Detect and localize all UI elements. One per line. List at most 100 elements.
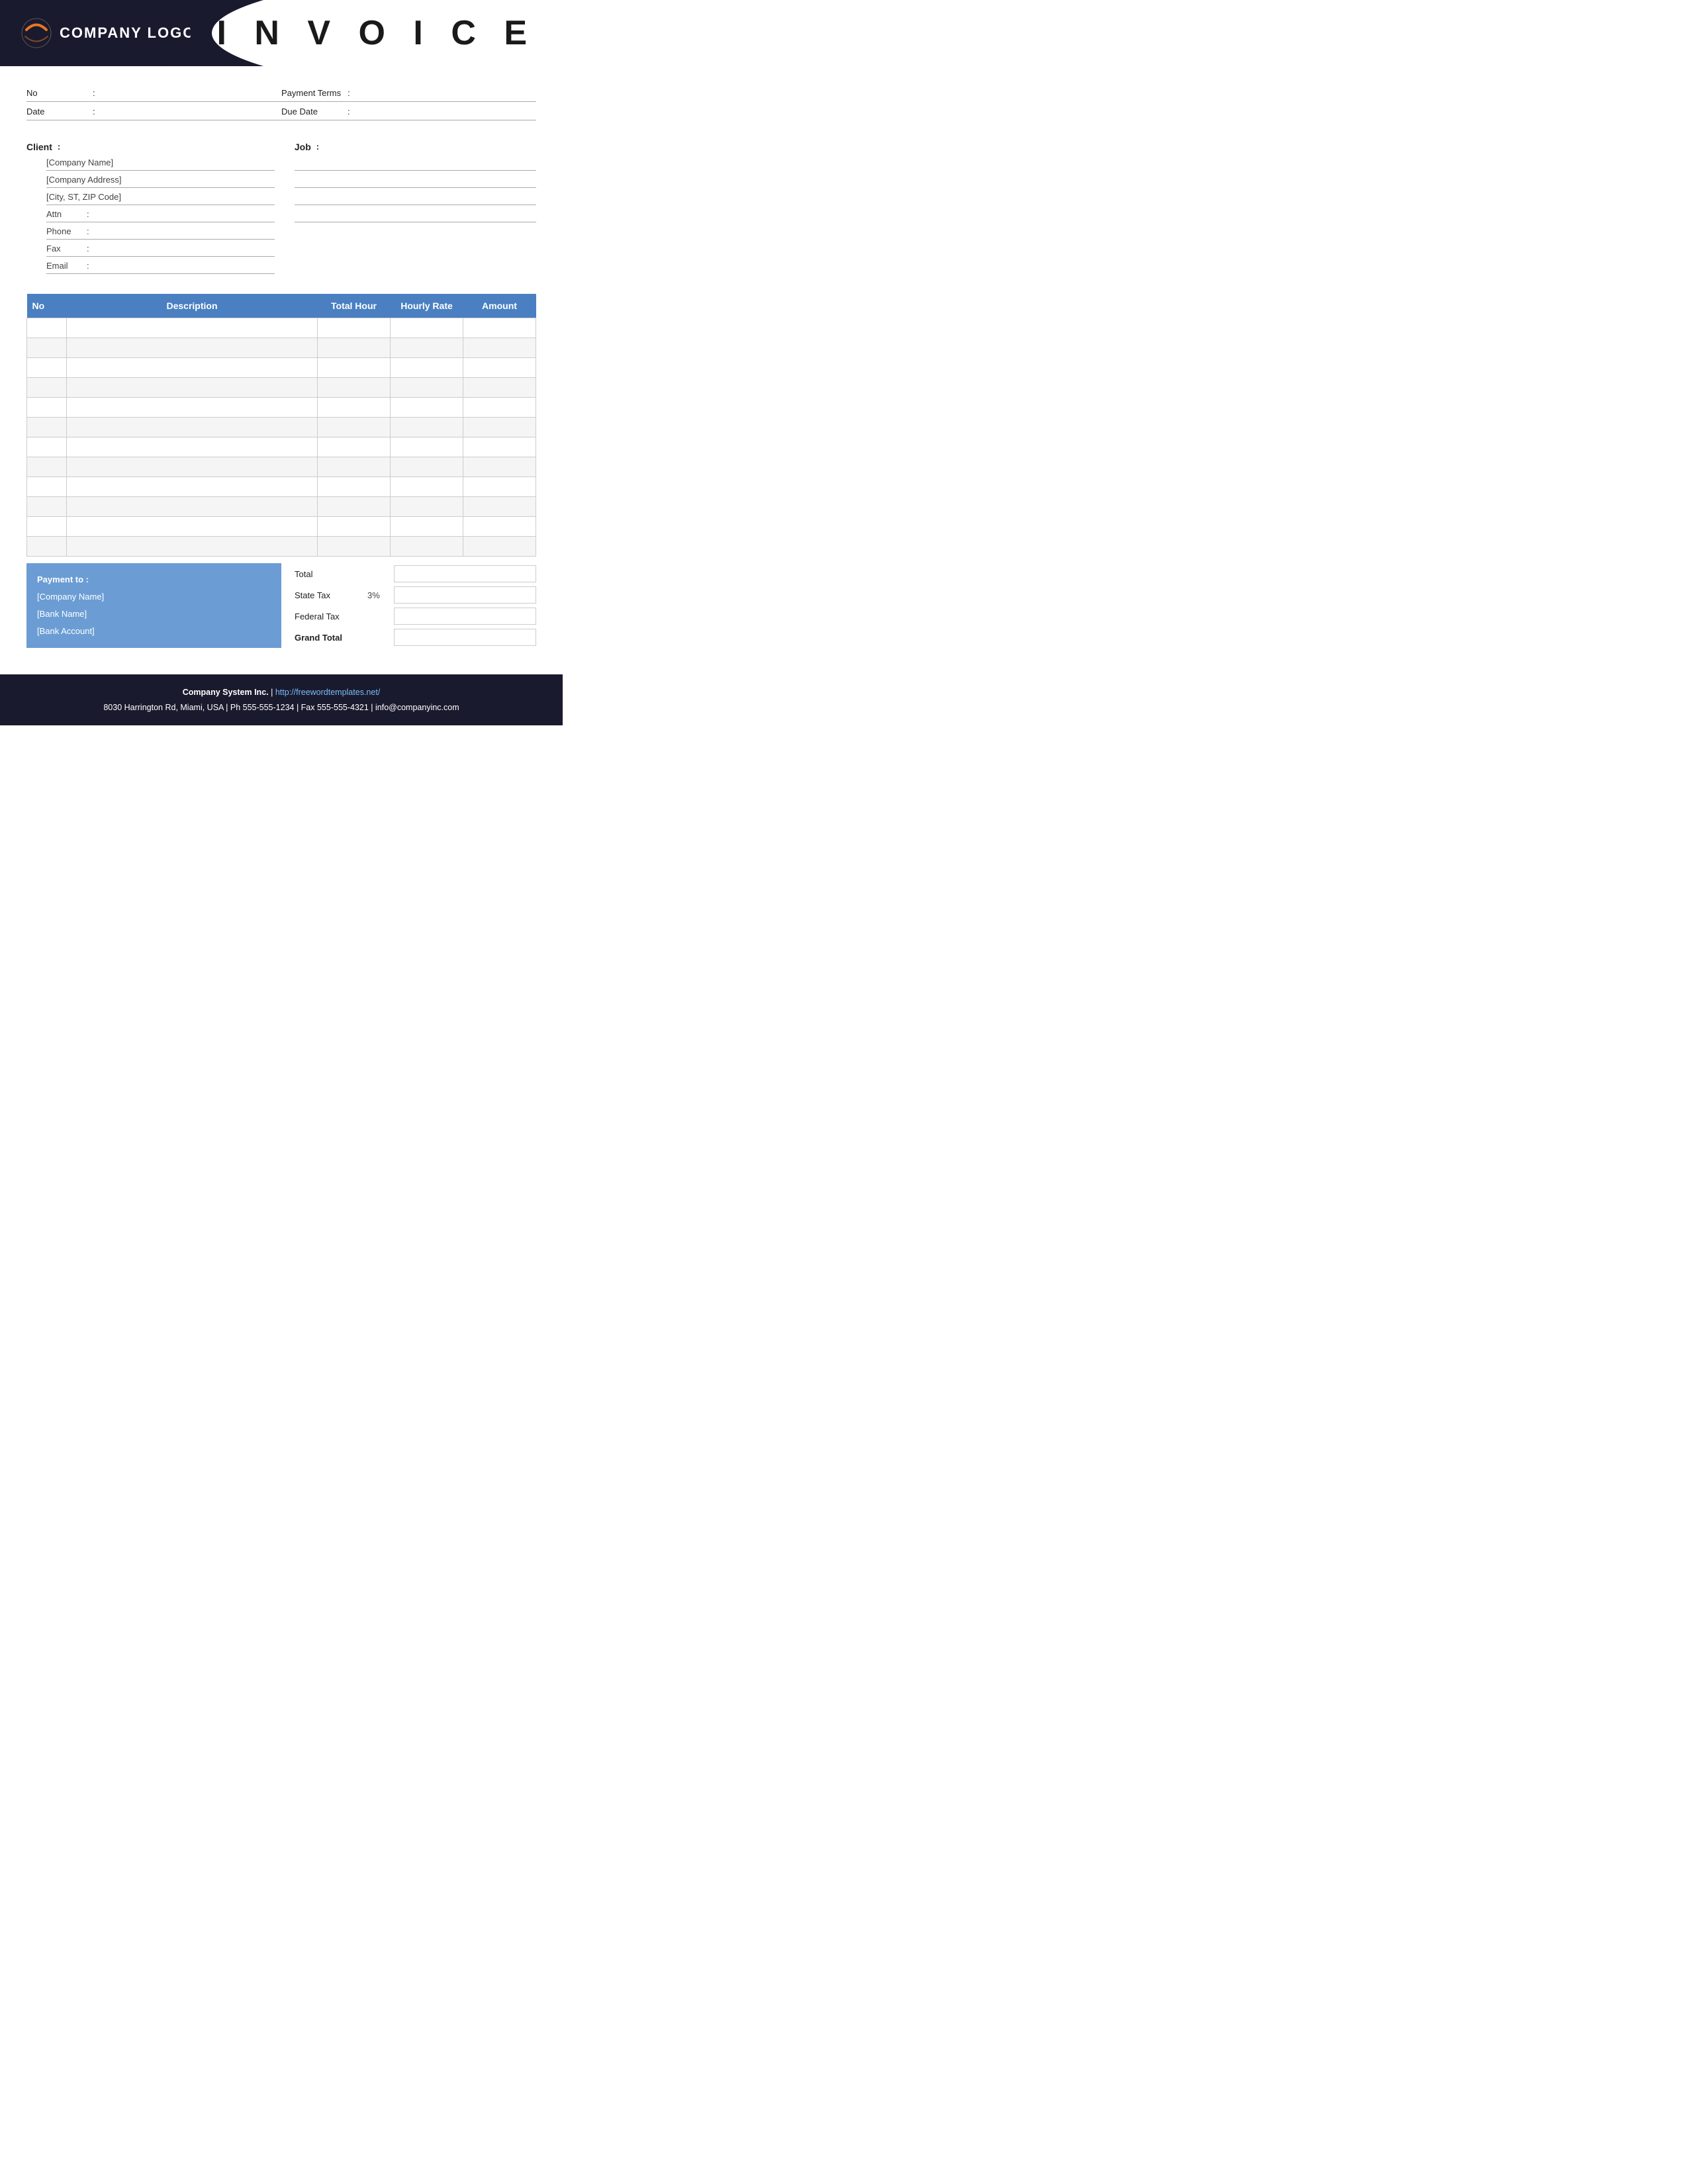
cell-total_hour-9: [318, 497, 391, 517]
due-date-label: Due Date: [281, 107, 341, 116]
cell-amount-11: [463, 537, 536, 557]
col-description: Description: [67, 294, 318, 318]
job-line-2: [295, 175, 536, 188]
logo-text: COMPANY LOGO: [60, 24, 195, 42]
cell-amount-0: [463, 318, 536, 338]
table-body: [27, 318, 536, 557]
cell-amount-4: [463, 398, 536, 418]
fax-colon: :: [87, 244, 89, 255]
cell-description-3: [67, 378, 318, 398]
cell-amount-1: [463, 338, 536, 358]
state-tax-pct: 3%: [367, 590, 387, 600]
cell-total_hour-5: [318, 418, 391, 437]
grand-total-label: Grand Total: [295, 633, 361, 643]
col-total-hour: Total Hour: [318, 294, 391, 318]
date-value: [102, 107, 281, 116]
table-row: [27, 378, 536, 398]
footer-website[interactable]: http://freewordtemplates.net/: [275, 688, 380, 697]
cell-amount-3: [463, 378, 536, 398]
invoice-title: I N V O I C E: [217, 13, 537, 53]
federal-tax-input[interactable]: [394, 608, 536, 625]
attn-colon: :: [87, 209, 89, 220]
footer-sep: |: [271, 688, 275, 697]
footer-section: Payment to : [Company Name] [Bank Name] …: [26, 563, 536, 648]
cell-total_hour-11: [318, 537, 391, 557]
cell-no-2: [27, 358, 67, 378]
payment-box: Payment to : [Company Name] [Bank Name] …: [26, 563, 281, 648]
client-fields: [Company Name] [Company Address] [City, …: [26, 158, 275, 274]
meta-left-no: No :: [26, 88, 281, 98]
cell-amount-9: [463, 497, 536, 517]
cell-description-8: [67, 477, 318, 497]
grand-total-input[interactable]: [394, 629, 536, 646]
cell-no-11: [27, 537, 67, 557]
client-company-address: [Company Address]: [46, 175, 275, 188]
meta-row-no-payment: No : Payment Terms :: [26, 85, 536, 102]
client-label: Client: [26, 142, 52, 152]
cell-total_hour-1: [318, 338, 391, 358]
payment-company-name: [Company Name]: [37, 588, 271, 606]
no-value: [102, 88, 281, 98]
cell-hourly_rate-9: [391, 497, 463, 517]
table-row: [27, 477, 536, 497]
payment-bank-account: [Bank Account]: [37, 623, 271, 640]
state-tax-label: State Tax: [295, 590, 361, 600]
table-row: [27, 457, 536, 477]
totals-box: Total State Tax 3% Federal Tax Grand Tot…: [295, 563, 536, 648]
meta-right-duedate: Due Date :: [281, 107, 536, 116]
table-row: [27, 358, 536, 378]
cell-no-0: [27, 318, 67, 338]
due-date-colon: :: [348, 107, 350, 116]
job-right: Job :: [288, 142, 536, 274]
payment-terms-value: [357, 88, 536, 98]
cell-description-10: [67, 517, 318, 537]
cell-total_hour-8: [318, 477, 391, 497]
no-label: No: [26, 88, 86, 98]
state-tax-input[interactable]: [394, 586, 536, 604]
client-colon: :: [58, 142, 60, 152]
cell-hourly_rate-7: [391, 457, 463, 477]
cell-total_hour-10: [318, 517, 391, 537]
cell-no-4: [27, 398, 67, 418]
phone-label: Phone: [46, 226, 83, 238]
table-header: No Description Total Hour Hourly Rate Am…: [27, 294, 536, 318]
cell-description-6: [67, 437, 318, 457]
col-hourly-rate: Hourly Rate: [391, 294, 463, 318]
cell-description-7: [67, 457, 318, 477]
payment-title: Payment to :: [37, 571, 271, 588]
cell-hourly_rate-10: [391, 517, 463, 537]
cell-hourly_rate-3: [391, 378, 463, 398]
page-header: COMPANY LOGO I N V O I C E: [0, 0, 563, 66]
cell-total_hour-4: [318, 398, 391, 418]
client-job-section: Client : [Company Name] [Company Address…: [0, 128, 563, 287]
cell-no-7: [27, 457, 67, 477]
table-row: [27, 338, 536, 358]
col-no: No: [27, 294, 67, 318]
date-colon: :: [93, 107, 95, 116]
cell-amount-5: [463, 418, 536, 437]
cell-hourly_rate-1: [391, 338, 463, 358]
total-label: Total: [295, 569, 361, 579]
meta-right-payment: Payment Terms :: [281, 88, 536, 98]
attn-label: Attn: [46, 209, 83, 220]
cell-amount-8: [463, 477, 536, 497]
col-amount: Amount: [463, 294, 536, 318]
state-tax-row: State Tax 3%: [295, 586, 536, 604]
cell-hourly_rate-0: [391, 318, 463, 338]
client-attn-row: Attn :: [46, 209, 275, 222]
table-row: [27, 517, 536, 537]
client-header: Client :: [26, 142, 275, 152]
phone-colon: :: [87, 226, 89, 238]
payment-bank-name: [Bank Name]: [37, 606, 271, 623]
table-row: [27, 437, 536, 457]
cell-amount-10: [463, 517, 536, 537]
cell-no-8: [27, 477, 67, 497]
job-label: Job: [295, 142, 311, 152]
logo-shape: COMPANY LOGO: [20, 17, 195, 50]
cell-description-1: [67, 338, 318, 358]
total-input[interactable]: [394, 565, 536, 582]
cell-description-0: [67, 318, 318, 338]
cell-description-9: [67, 497, 318, 517]
fax-label: Fax: [46, 244, 83, 255]
header-right: I N V O I C E: [212, 0, 563, 66]
